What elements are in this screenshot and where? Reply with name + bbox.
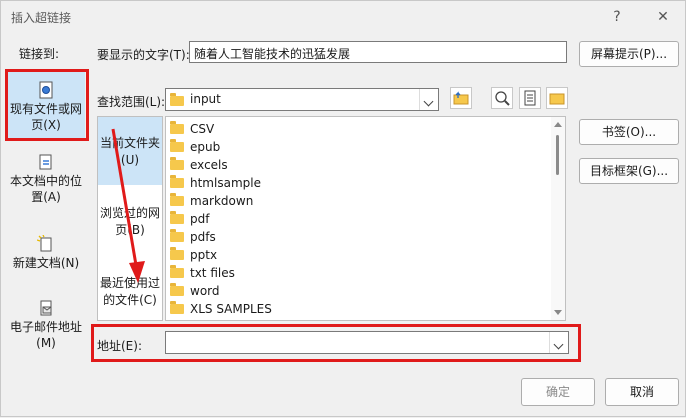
annotation-arrow xyxy=(111,128,145,283)
insert-hyperlink-dialog: 插入超链接 ? ✕ 链接到: 现有文件或网页(X) 本文档中的位置(A) 新建文… xyxy=(0,0,686,417)
